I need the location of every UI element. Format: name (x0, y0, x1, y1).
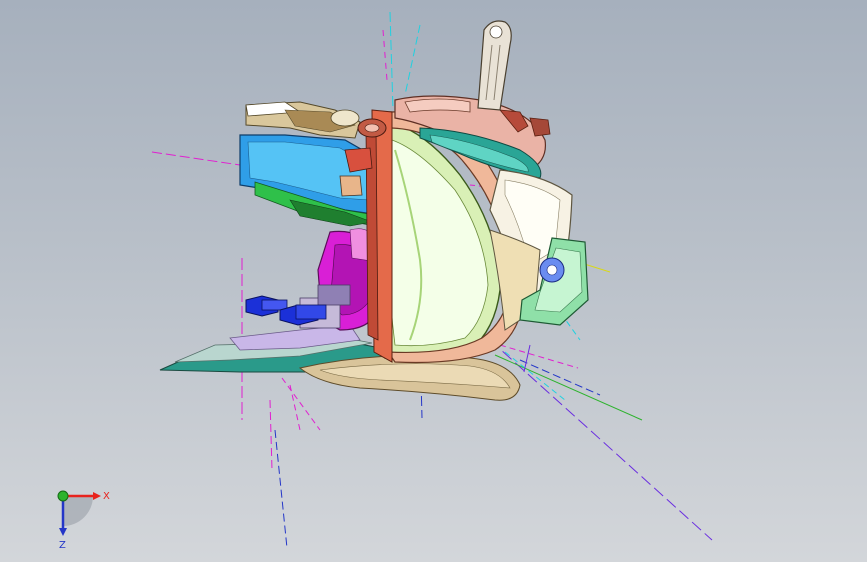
y-axis-point (57, 490, 69, 502)
upper-left-bracket (245, 101, 361, 139)
z-axis-label: Z (59, 540, 66, 551)
x-axis-arrowhead (93, 492, 101, 500)
coordinate-triad: X Z (57, 490, 110, 551)
headlamp-assembly-model[interactable] (0, 0, 867, 562)
z-axis-arrowhead (59, 528, 67, 536)
top-connector (357, 118, 387, 138)
x-axis-label: X (103, 491, 110, 502)
3d-graphics-viewport[interactable]: X Z (0, 0, 867, 562)
adjuster-arm (477, 20, 512, 111)
triad-plane (63, 496, 93, 526)
